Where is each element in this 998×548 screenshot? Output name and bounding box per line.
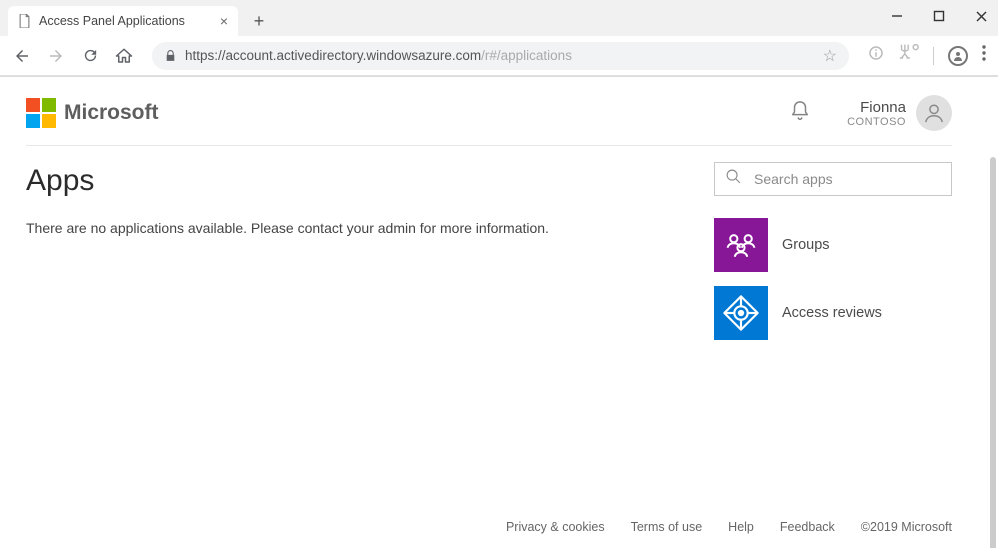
forward-button[interactable] bbox=[46, 46, 66, 66]
back-button[interactable] bbox=[12, 46, 32, 66]
content-area: Apps There are no applications available… bbox=[26, 164, 952, 354]
address-bar-row: https://account.activedirectory.windowsa… bbox=[0, 36, 998, 76]
groups-tile-icon bbox=[714, 218, 768, 272]
side-column: Groups Access reviews bbox=[714, 164, 952, 354]
minimize-button[interactable] bbox=[890, 9, 904, 23]
bookmark-star-icon[interactable]: ☆ bbox=[823, 46, 837, 66]
maximize-button[interactable] bbox=[932, 9, 946, 23]
main-column: Apps There are no applications available… bbox=[26, 164, 694, 354]
tab-title: Access Panel Applications bbox=[39, 14, 185, 28]
footer-link-help[interactable]: Help bbox=[728, 520, 754, 534]
address-bar[interactable]: https://account.activedirectory.windowsa… bbox=[152, 42, 849, 70]
tab-close-icon[interactable]: × bbox=[220, 13, 228, 29]
search-box[interactable] bbox=[714, 162, 952, 196]
footer-link-terms[interactable]: Terms of use bbox=[631, 520, 703, 534]
page-icon bbox=[18, 14, 31, 28]
brand-text: Microsoft bbox=[64, 101, 159, 125]
page-title: Apps bbox=[26, 164, 694, 198]
user-menu[interactable]: Fionna CONTOSO bbox=[847, 95, 952, 131]
separator bbox=[933, 47, 934, 65]
extension-icon[interactable] bbox=[899, 44, 919, 67]
browser-tab[interactable]: Access Panel Applications × bbox=[8, 6, 238, 36]
access-reviews-tile-icon bbox=[714, 286, 768, 340]
search-input[interactable] bbox=[754, 171, 941, 187]
user-org: CONTOSO bbox=[847, 116, 906, 128]
scrollbar[interactable] bbox=[990, 157, 996, 548]
page-header: Microsoft Fionna CONTOSO bbox=[26, 95, 952, 146]
search-icon bbox=[725, 168, 742, 190]
page-footer: Privacy & cookies Terms of use Help Feed… bbox=[506, 520, 952, 534]
tile-groups[interactable]: Groups bbox=[714, 218, 952, 272]
tile-access-reviews[interactable]: Access reviews bbox=[714, 286, 952, 340]
url-text: https://account.activedirectory.windowsa… bbox=[185, 48, 815, 63]
avatar bbox=[916, 95, 952, 131]
footer-link-privacy[interactable]: Privacy & cookies bbox=[506, 520, 605, 534]
footer-copyright: ©2019 Microsoft bbox=[861, 520, 952, 534]
user-name: Fionna bbox=[847, 99, 906, 116]
tab-row: Access Panel Applications × + bbox=[0, 0, 998, 36]
new-tab-button[interactable]: + bbox=[244, 6, 274, 36]
microsoft-logo-icon bbox=[26, 98, 56, 128]
browser-chrome: Access Panel Applications × + https://ac… bbox=[0, 0, 998, 77]
lock-icon bbox=[164, 49, 177, 63]
menu-icon[interactable] bbox=[982, 45, 986, 66]
extension-icons bbox=[867, 44, 986, 67]
tile-label: Groups bbox=[782, 237, 830, 253]
window-controls bbox=[890, 0, 998, 32]
microsoft-logo[interactable]: Microsoft bbox=[26, 98, 159, 128]
home-button[interactable] bbox=[114, 46, 134, 66]
extension-icon[interactable] bbox=[867, 44, 885, 67]
tile-label: Access reviews bbox=[782, 305, 882, 321]
page-content: Microsoft Fionna CONTOSO Apps There are … bbox=[0, 77, 998, 548]
user-text: Fionna CONTOSO bbox=[847, 99, 906, 128]
close-window-button[interactable] bbox=[974, 9, 988, 23]
reload-button[interactable] bbox=[80, 46, 100, 66]
header-right: Fionna CONTOSO bbox=[789, 95, 952, 131]
empty-state-message: There are no applications available. Ple… bbox=[26, 220, 694, 236]
profile-icon[interactable] bbox=[948, 46, 968, 66]
footer-link-feedback[interactable]: Feedback bbox=[780, 520, 835, 534]
notifications-icon[interactable] bbox=[789, 99, 811, 128]
